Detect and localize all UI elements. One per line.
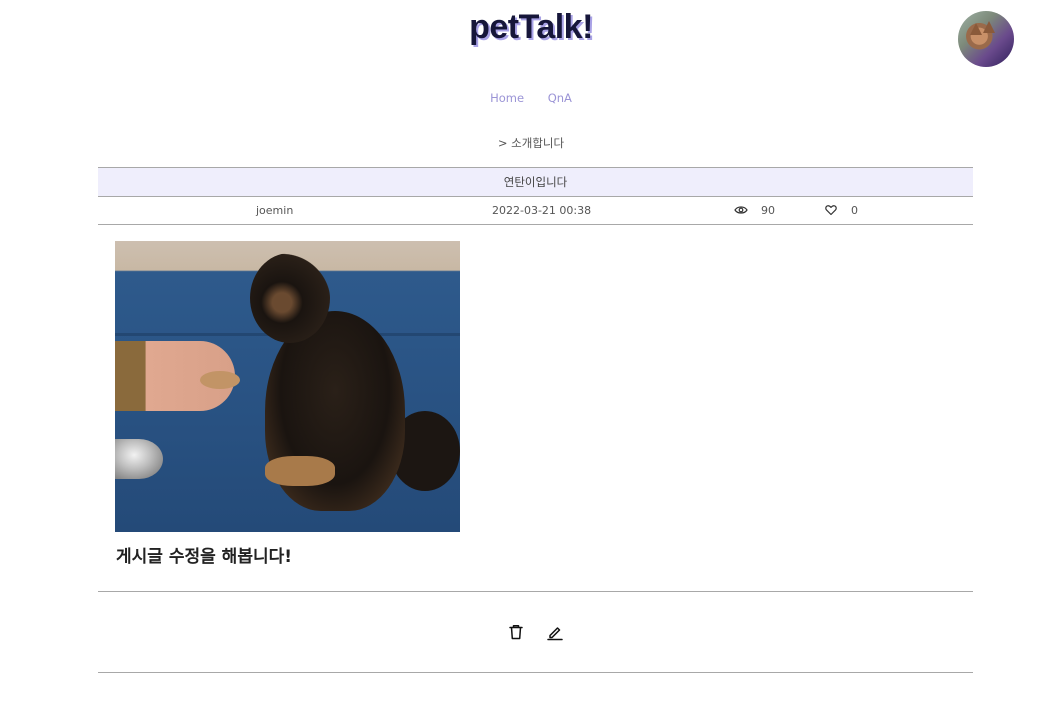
post-image: [115, 241, 460, 532]
post-title: 연탄이입니다: [98, 167, 973, 197]
avatar-ear: [983, 21, 995, 33]
nav-qna-link[interactable]: QnA: [548, 91, 572, 105]
pencil-icon: [547, 627, 563, 641]
nav-home-link[interactable]: Home: [490, 91, 524, 105]
edit-button[interactable]: [546, 623, 564, 641]
avatar-ear: [970, 23, 982, 35]
profile-avatar[interactable]: [958, 11, 1014, 67]
trash-icon: [509, 625, 523, 640]
post-body: 게시글 수정을 해봅니다!: [116, 547, 292, 567]
food-bowl: [115, 439, 163, 479]
dog-paw: [200, 371, 240, 389]
heart-icon[interactable]: [825, 204, 837, 216]
main-nav: Home QnA: [0, 91, 1062, 105]
view-count: 90: [761, 204, 775, 217]
delete-button[interactable]: [507, 623, 525, 641]
dog-head: [250, 253, 330, 343]
like-count: 0: [851, 204, 858, 217]
divider: [98, 591, 973, 592]
site-logo[interactable]: petTalk!: [0, 8, 1062, 47]
post-author: joemin: [256, 204, 294, 217]
dog-legs: [265, 456, 335, 486]
post-date: 2022-03-21 00:38: [492, 204, 592, 217]
post-meta: joemin 2022-03-21 00:38 90 0: [98, 197, 973, 225]
breadcrumb[interactable]: > 소개합니다: [0, 135, 1062, 151]
divider: [98, 672, 973, 673]
eye-icon: [734, 206, 748, 214]
